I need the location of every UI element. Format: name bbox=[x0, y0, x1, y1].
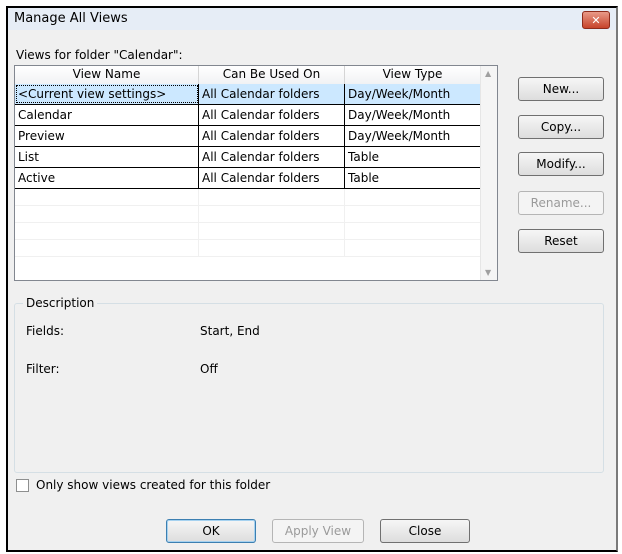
cell-view-name: Calendar bbox=[15, 105, 199, 125]
modify-button[interactable]: Modify... bbox=[518, 152, 604, 176]
list-row[interactable]: Preview All Calendar folders Day/Week/Mo… bbox=[15, 126, 481, 147]
column-header-view-name[interactable]: View Name bbox=[15, 66, 199, 84]
dialog-title: Manage All Views bbox=[14, 11, 128, 26]
cell-view-name: <Current view settings> bbox=[15, 84, 199, 104]
filter-label: Filter: bbox=[26, 362, 60, 376]
description-title: Description bbox=[23, 296, 98, 310]
cell-can-be-used-on: All Calendar folders bbox=[199, 84, 345, 104]
new-button[interactable]: New... bbox=[518, 77, 604, 101]
apply-view-button[interactable]: Apply View bbox=[272, 519, 364, 543]
cell-can-be-used-on: All Calendar folders bbox=[199, 105, 345, 125]
description-group: Description bbox=[14, 296, 604, 473]
only-show-views-checkbox[interactable] bbox=[16, 479, 29, 492]
empty-row bbox=[15, 223, 481, 240]
fields-label: Fields: bbox=[26, 324, 64, 338]
list-body: <Current view settings> All Calendar fol… bbox=[15, 84, 481, 257]
cell-view-type: Day/Week/Month bbox=[345, 84, 481, 104]
list-row[interactable]: <Current view settings> All Calendar fol… bbox=[15, 84, 481, 105]
column-header-view-type[interactable]: View Type bbox=[345, 66, 481, 84]
views-for-folder-label: Views for folder "Calendar": bbox=[16, 48, 183, 62]
scroll-down-icon[interactable]: ▼ bbox=[485, 268, 491, 277]
list-header: View Name Can Be Used On View Type bbox=[15, 66, 481, 85]
cell-view-type: Table bbox=[345, 168, 481, 188]
cell-view-name: List bbox=[15, 147, 199, 167]
reset-button[interactable]: Reset bbox=[518, 229, 604, 253]
fields-value: Start, End bbox=[200, 324, 260, 338]
scroll-up-icon[interactable]: ▲ bbox=[485, 69, 491, 78]
list-row[interactable]: List All Calendar folders Table bbox=[15, 147, 481, 168]
cell-view-type: Day/Week/Month bbox=[345, 105, 481, 125]
empty-row bbox=[15, 206, 481, 223]
cell-view-name: Active bbox=[15, 168, 199, 188]
only-show-views-label[interactable]: Only show views created for this folder bbox=[36, 478, 270, 492]
cell-view-type: Day/Week/Month bbox=[345, 126, 481, 146]
empty-row bbox=[15, 189, 481, 206]
title-bar: Manage All Views ✕ bbox=[8, 8, 616, 30]
ok-button[interactable]: OK bbox=[166, 519, 256, 543]
close-window-button[interactable]: ✕ bbox=[582, 11, 610, 29]
list-row[interactable]: Calendar All Calendar folders Day/Week/M… bbox=[15, 105, 481, 126]
list-row[interactable]: Active All Calendar folders Table bbox=[15, 168, 481, 189]
cell-view-type: Table bbox=[345, 147, 481, 167]
column-header-can-be-used-on[interactable]: Can Be Used On bbox=[199, 66, 345, 84]
copy-button[interactable]: Copy... bbox=[518, 115, 604, 139]
vertical-scrollbar[interactable]: ▲ ▼ bbox=[480, 66, 497, 280]
rename-button[interactable]: Rename... bbox=[518, 191, 604, 215]
views-list[interactable]: View Name Can Be Used On View Type <Curr… bbox=[14, 65, 498, 281]
cell-can-be-used-on: All Calendar folders bbox=[199, 126, 345, 146]
cell-can-be-used-on: All Calendar folders bbox=[199, 147, 345, 167]
filter-value: Off bbox=[200, 362, 218, 376]
cell-can-be-used-on: All Calendar folders bbox=[199, 168, 345, 188]
cell-view-name: Preview bbox=[15, 126, 199, 146]
close-button[interactable]: Close bbox=[380, 519, 470, 543]
empty-row bbox=[15, 240, 481, 257]
close-icon: ✕ bbox=[591, 13, 601, 27]
